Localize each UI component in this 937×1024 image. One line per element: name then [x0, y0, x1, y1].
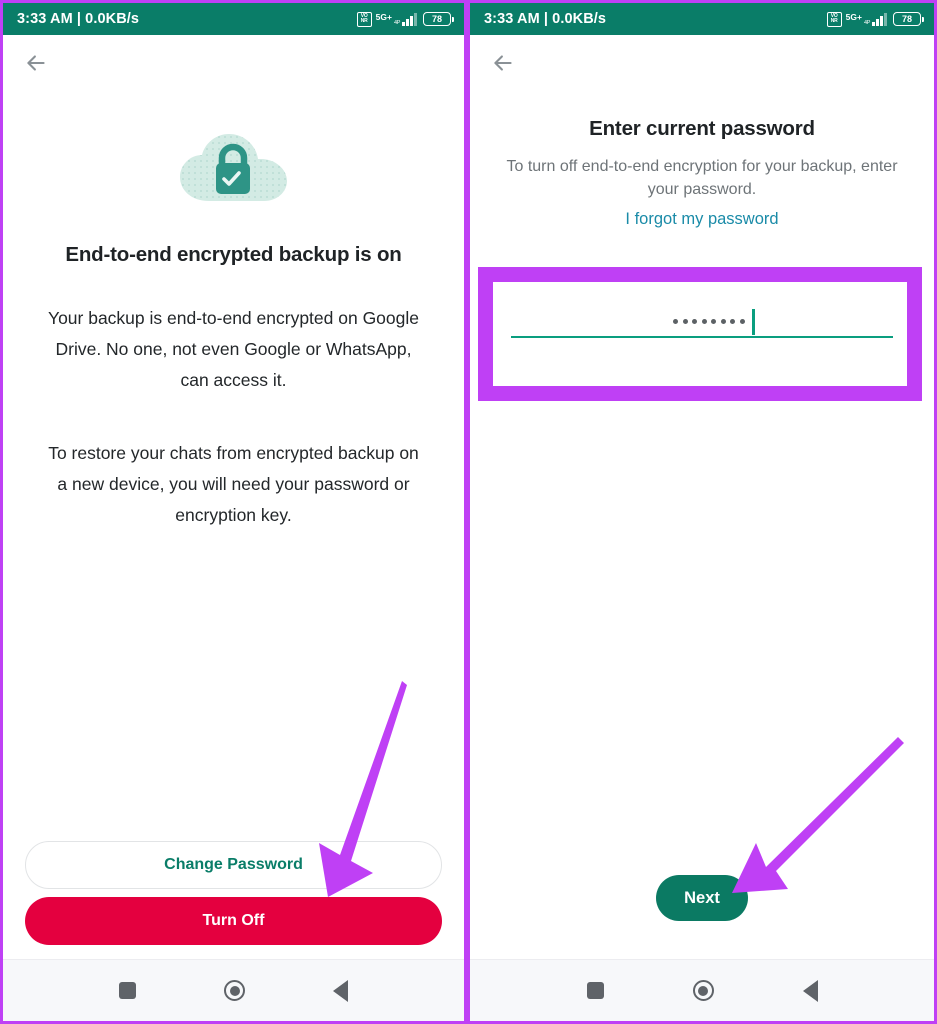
signal-icon: 5G+ 4P — [375, 11, 417, 26]
vonr-line2: NR — [360, 18, 368, 24]
battery-level-text: 78 — [423, 12, 451, 26]
back-arrow-icon[interactable] — [490, 50, 516, 76]
forgot-password-link[interactable]: I forgot my password — [625, 210, 778, 229]
bottom-action-group: Change Password Turn Off — [25, 841, 442, 945]
page-subtitle-right: To turn off end-to-end encryption for yo… — [506, 158, 898, 198]
triangle-back-icon[interactable] — [333, 979, 348, 1002]
battery-cap — [922, 16, 924, 22]
network-label: 5G+ — [375, 11, 392, 22]
status-time-and-speed: 3:33 AM | 0.0KB/s — [484, 11, 607, 27]
network-sub-label: 4P — [863, 19, 871, 26]
battery-cap — [452, 16, 454, 22]
phone-screen-backup-status: 3:33 AM | 0.0KB/s VO NR 5G+ 4P 78 End-to… — [0, 0, 467, 1024]
input-underline — [511, 335, 893, 339]
top-app-bar-left — [3, 35, 464, 91]
back-arrow-icon[interactable] — [23, 50, 49, 76]
status-time-and-speed: 3:33 AM | 0.0KB/s — [17, 11, 140, 27]
battery-level-text: 78 — [893, 12, 921, 26]
page-title-right: Enter current password — [589, 117, 815, 140]
battery-icon: 78 — [423, 12, 454, 26]
vonr-line2: NR — [830, 18, 838, 24]
triangle-back-icon[interactable] — [802, 979, 818, 1002]
change-password-button[interactable]: Change Password — [25, 841, 442, 889]
signal-bars-icon — [872, 12, 887, 26]
password-masked-dots — [673, 308, 755, 335]
turn-off-button[interactable]: Turn Off — [25, 897, 442, 945]
square-recents-icon[interactable] — [119, 982, 136, 999]
circle-home-icon[interactable] — [224, 980, 245, 1001]
signal-icon: 5G+ 4P — [845, 11, 887, 26]
page-title-left: End-to-end encrypted backup is on — [65, 243, 402, 266]
app-body-left: End-to-end encrypted backup is on Your b… — [3, 35, 464, 959]
android-nav-bar-right — [470, 959, 934, 1021]
signal-bars-icon — [402, 12, 417, 26]
next-button[interactable]: Next — [656, 875, 748, 921]
password-input[interactable] — [511, 308, 893, 339]
status-bar-right: 3:33 AM | 0.0KB/s VO NR 5G+ 4P 78 — [470, 3, 934, 35]
screenshot-stage: 3:33 AM | 0.0KB/s VO NR 5G+ 4P 78 End-to… — [0, 0, 937, 1024]
status-icons: VO NR 5G+ 4P 78 — [826, 11, 924, 27]
vonr-icon: VO NR — [826, 11, 842, 27]
android-nav-bar-left — [3, 959, 464, 1021]
phone-screen-enter-password: 3:33 AM | 0.0KB/s VO NR 5G+ 4P 78 Enter … — [467, 0, 937, 1024]
network-label: 5G+ — [845, 11, 862, 22]
vonr-icon: VO NR — [356, 11, 372, 27]
square-recents-icon[interactable] — [586, 982, 604, 999]
text-caret — [752, 308, 755, 335]
app-body-right: Enter current password To turn off end-t… — [470, 35, 934, 959]
battery-icon: 78 — [893, 12, 924, 26]
description-paragraph-1: Your backup is end-to-end encrypted on G… — [48, 308, 419, 390]
circle-home-icon[interactable] — [692, 980, 714, 1001]
content-right: Enter current password To turn off end-t… — [470, 91, 934, 959]
top-app-bar-right — [470, 35, 934, 91]
status-icons: VO NR 5G+ 4P 78 — [356, 11, 454, 27]
network-sub-label: 4P — [393, 19, 401, 26]
content-left: End-to-end encrypted backup is on Your b… — [3, 91, 464, 959]
description-paragraph-2: To restore your chats from encrypted bac… — [48, 443, 419, 525]
status-bar-left: 3:33 AM | 0.0KB/s VO NR 5G+ 4P 78 — [3, 3, 464, 35]
password-field-zone — [492, 273, 912, 377]
next-button-zone: Next — [470, 875, 934, 921]
cloud-lock-icon — [175, 129, 293, 211]
